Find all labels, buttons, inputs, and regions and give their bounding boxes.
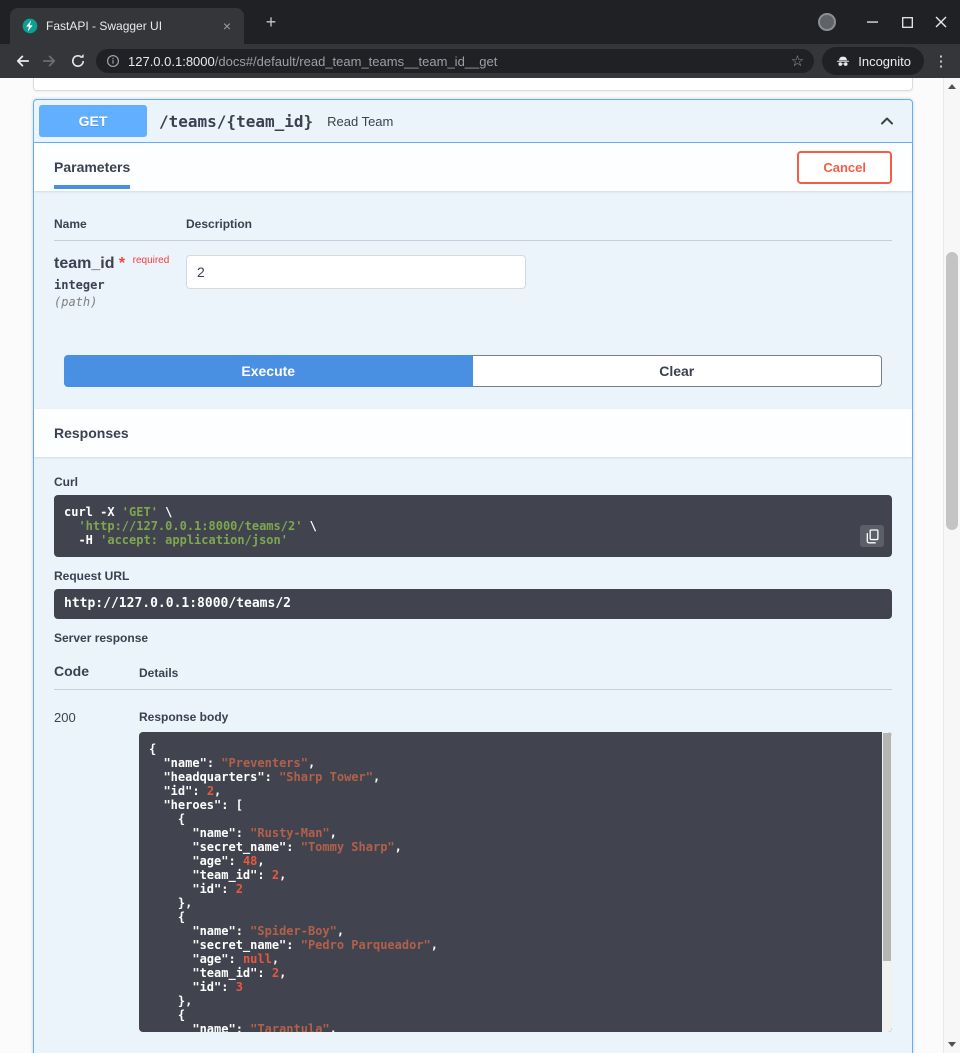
- reload-icon[interactable]: [64, 47, 92, 75]
- required-star: *: [119, 255, 125, 272]
- parameter-type: integer: [54, 278, 186, 292]
- tab-title: FastAPI - Swagger UI: [46, 19, 218, 33]
- tab-close-icon[interactable]: ×: [218, 18, 236, 34]
- page-scrollbar[interactable]: [943, 78, 960, 1053]
- curl-code: curl -X 'GET' \ 'http://127.0.0.1:8000/t…: [64, 505, 882, 547]
- server-response-row: 200 Response body { "name": "Preventers"…: [54, 694, 892, 1032]
- parameter-name-cell: team_id * required integer (path): [54, 241, 186, 309]
- fastapi-favicon-icon: [22, 18, 38, 34]
- endpoint-path: /teams/{team_id}: [159, 112, 313, 131]
- tab-parameters[interactable]: Parameters: [54, 145, 130, 189]
- window-controls: [866, 0, 948, 44]
- cancel-button[interactable]: Cancel: [797, 151, 892, 184]
- col-header-name: Name: [54, 207, 186, 241]
- parameter-location: (path): [54, 295, 186, 309]
- page-scrollbar-thumb[interactable]: [946, 252, 958, 530]
- close-button[interactable]: [934, 15, 948, 29]
- execute-button[interactable]: Execute: [64, 355, 473, 387]
- titlebar-badge-icon[interactable]: [818, 13, 836, 31]
- minimize-button[interactable]: [866, 15, 880, 29]
- response-body-scrollbar-thumb[interactable]: [883, 733, 891, 961]
- url-text: 127.0.0.1:8000/docs#/default/read_team_t…: [128, 54, 783, 69]
- address-bar[interactable]: 127.0.0.1:8000/docs#/default/read_team_t…: [96, 49, 814, 73]
- collapse-chevron-icon[interactable]: [879, 113, 895, 129]
- site-info-icon[interactable]: [106, 54, 120, 68]
- responses-section: Curl curl -X 'GET' \ 'http://127.0.0.1:8…: [34, 457, 912, 1048]
- previous-section-partial: [33, 78, 913, 91]
- server-response-label: Server response: [54, 631, 892, 645]
- copy-to-clipboard-icon[interactable]: [860, 525, 884, 547]
- responses-header: Responses: [34, 409, 912, 457]
- response-body-label: Response body: [139, 710, 892, 724]
- opblock-get: GET /teams/{team_id} Read Team Parameter…: [33, 99, 913, 1053]
- response-details-cell: Response body { "name": "Preventers", "h…: [139, 694, 892, 1032]
- page-viewport: GET /teams/{team_id} Read Team Parameter…: [0, 78, 960, 1053]
- swagger-page: GET /teams/{team_id} Read Team Parameter…: [0, 78, 943, 1053]
- incognito-badge: Incognito: [822, 47, 924, 75]
- browser-tab[interactable]: FastAPI - Swagger UI ×: [10, 8, 244, 44]
- new-tab-button[interactable]: +: [260, 12, 282, 34]
- browser-menu-icon[interactable]: ⋮: [930, 52, 952, 70]
- parameters-section: Name Description team_id * required inte…: [34, 191, 912, 409]
- maximize-button[interactable]: [900, 15, 914, 29]
- required-label: required: [133, 255, 170, 266]
- method-badge: GET: [39, 105, 147, 137]
- browser-toolbar: 127.0.0.1:8000/docs#/default/read_team_t…: [0, 44, 960, 78]
- browser-window: FastAPI - Swagger UI × +: [0, 0, 960, 1053]
- parameter-value-cell: [186, 241, 892, 309]
- parameters-table-head: Name Description: [54, 207, 892, 241]
- response-body-block: { "name": "Preventers", "headquarters": …: [139, 732, 892, 1032]
- request-url-label: Request URL: [54, 569, 892, 583]
- responses-title: Responses: [54, 425, 129, 441]
- parameters-header: Parameters Cancel: [34, 143, 912, 191]
- curl-label: Curl: [54, 475, 892, 489]
- incognito-icon: [835, 53, 851, 69]
- clear-button[interactable]: Clear: [473, 355, 883, 387]
- curl-block: curl -X 'GET' \ 'http://127.0.0.1:8000/t…: [54, 495, 892, 557]
- incognito-label: Incognito: [858, 54, 911, 69]
- parameter-row: team_id * required integer (path): [54, 241, 892, 309]
- browser-titlebar: FastAPI - Swagger UI × +: [0, 0, 960, 44]
- url-path: /docs#/default/read_team_teams__team_id_…: [215, 54, 498, 69]
- scrollbar-down-icon[interactable]: [948, 1042, 956, 1047]
- bookmark-star-icon[interactable]: ☆: [791, 54, 804, 69]
- details-header: Details: [139, 651, 892, 690]
- parameter-name: team_id: [54, 255, 114, 272]
- code-header: Code: [54, 651, 139, 690]
- scrollbar-up-icon[interactable]: [948, 84, 956, 89]
- back-icon[interactable]: [8, 47, 36, 75]
- url-host: 127.0.0.1:8000: [128, 54, 215, 69]
- request-url-value: http://127.0.0.1:8000/teams/2: [54, 589, 892, 619]
- param-value-input[interactable]: [186, 255, 526, 289]
- execute-row: Execute Clear: [64, 355, 882, 387]
- status-code: 200: [54, 694, 139, 1032]
- endpoint-summary: Read Team: [327, 114, 879, 129]
- server-response-table-head: Code Details: [54, 651, 892, 690]
- response-body-scrollbar[interactable]: [882, 732, 892, 1032]
- response-body-code: { "name": "Preventers", "headquarters": …: [149, 742, 872, 1032]
- forward-icon[interactable]: [36, 47, 64, 75]
- col-header-description: Description: [186, 207, 892, 241]
- opblock-summary[interactable]: GET /teams/{team_id} Read Team: [34, 100, 912, 143]
